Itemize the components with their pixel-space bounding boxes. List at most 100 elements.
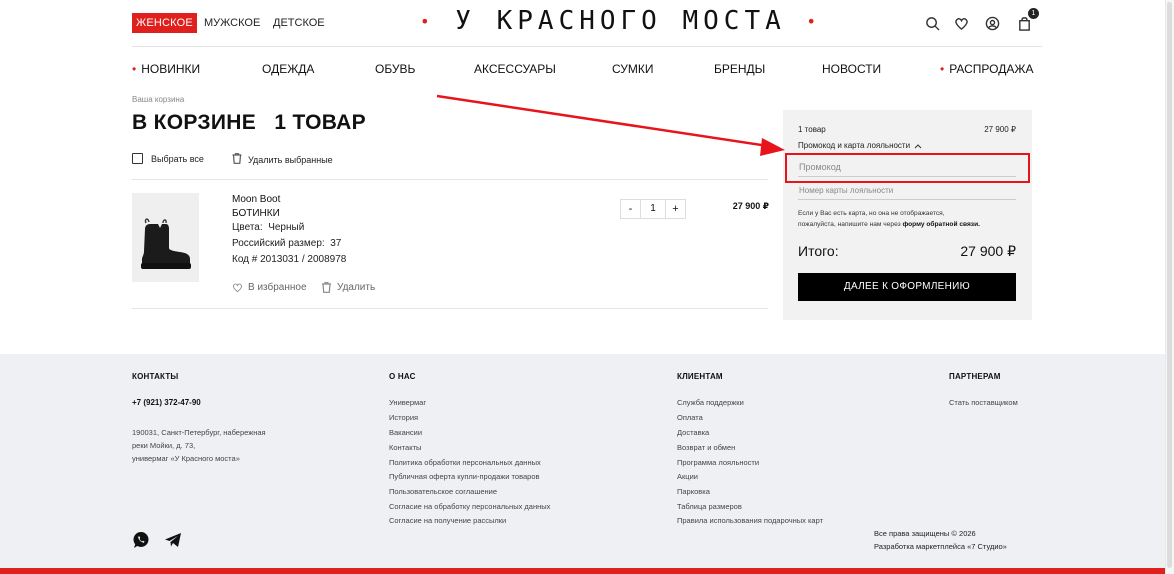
loyalty-note-line-1: Если у Вас есть карта, но она не отображ… <box>798 210 945 217</box>
address-line: реки Мойки, д. 73, <box>132 441 196 450</box>
logo-text: У КРАСНОГО МОСТА <box>455 6 786 36</box>
footer-link[interactable]: Политика обработки персональных данных <box>389 458 541 467</box>
footer-link[interactable]: История <box>389 413 418 422</box>
product-brand[interactable]: Moon Boot <box>232 194 280 205</box>
footer-developer[interactable]: Разработка маркетплейса «7 Студио» <box>874 542 1007 551</box>
product-name[interactable]: БОТИНКИ <box>232 208 280 219</box>
nav-news[interactable]: НОВОСТИ <box>822 61 881 77</box>
size-label: Российский размер: <box>232 238 325 249</box>
footer-link[interactable]: Таблица размеров <box>677 502 742 511</box>
checkbox-icon <box>132 153 143 164</box>
remove-item-button[interactable]: Удалить <box>321 282 375 293</box>
gender-tab-men[interactable]: МУЖСКОЕ <box>204 13 260 33</box>
gender-tab-kids[interactable]: ДЕТСКОЕ <box>273 13 325 33</box>
qty-decrement-button[interactable]: - <box>621 200 640 218</box>
loyalty-card-input[interactable] <box>798 182 1016 200</box>
footer-link[interactable]: Программа лояльности <box>677 458 759 467</box>
promo-toggle-label: Промокод и карта лояльности <box>798 141 911 150</box>
total-value: 27 900 ₽ <box>960 243 1016 259</box>
scrollbar-thumb[interactable] <box>1167 2 1172 568</box>
footer-link[interactable]: Согласие на получение рассылки <box>389 516 506 525</box>
footer-link[interactable]: Доставка <box>677 428 709 437</box>
nav-sale[interactable]: • РАСПРОДАЖА <box>940 61 1033 77</box>
footer-contacts-heading: КОНТАКТЫ <box>132 372 179 381</box>
nav-sale-label: РАСПРОДАЖА <box>949 62 1034 76</box>
product-color: Цвета: Черный <box>232 222 304 233</box>
remove-label: Удалить <box>337 282 376 293</box>
loyalty-note-line-2: пожалуйста, напишите нам через <box>798 221 901 228</box>
loyalty-note: Если у Вас есть карта, но она не отображ… <box>798 208 1020 230</box>
nav-brands[interactable]: БРЕНДЫ <box>714 61 765 77</box>
footer-link[interactable]: Пользовательское соглашение <box>389 487 497 496</box>
checkout-button[interactable]: ДАЛЕЕ К ОФОРМЛЕНИЮ <box>798 273 1016 301</box>
trash-icon <box>232 153 242 166</box>
whatsapp-icon[interactable] <box>132 531 150 549</box>
nav-dot: • <box>132 62 137 76</box>
boot-image-icon <box>132 193 199 282</box>
footer-copyright: Все права защищены © 2026 <box>874 529 976 538</box>
footer-clients-heading: КЛИЕНТАМ <box>677 372 723 381</box>
footer-link[interactable]: Правила использования подарочных карт <box>677 516 823 525</box>
footer-link[interactable]: Служба поддержки <box>677 398 744 407</box>
qty-increment-button[interactable]: + <box>666 200 685 218</box>
logo-dot-left: • <box>420 12 435 31</box>
footer-link[interactable]: Согласие на обработку персональных данны… <box>389 502 550 511</box>
header-divider <box>132 46 1042 47</box>
footer-link[interactable]: Контакты <box>389 443 421 452</box>
color-value: Черный <box>268 222 305 233</box>
nav-shoes[interactable]: ОБУВЬ <box>375 61 415 77</box>
product-image[interactable] <box>132 193 199 282</box>
nav-new[interactable]: • НОВИНКИ <box>132 61 200 77</box>
add-to-favorites-button[interactable]: В избранное <box>232 282 307 293</box>
user-icon[interactable] <box>983 14 1001 32</box>
total-label: Итого: <box>798 243 839 259</box>
breadcrumb[interactable]: Ваша корзина <box>132 95 184 104</box>
quantity-stepper: - 1 + <box>620 199 686 219</box>
product-code: Код # 2013031 / 2008978 <box>232 254 347 265</box>
favorites-label: В избранное <box>248 282 307 293</box>
color-label: Цвета: <box>232 222 263 233</box>
select-all-label: Выбрать все <box>151 153 204 164</box>
feedback-form-link[interactable]: форму обратной связи. <box>902 221 980 228</box>
footer-link[interactable]: Стать поставщиком <box>949 398 1018 407</box>
site-logo[interactable]: • У КРАСНОГО МОСТА • <box>420 6 816 36</box>
footer-address: 190031, Санкт-Петербург, набережная реки… <box>132 426 266 465</box>
nav-accessories[interactable]: АКСЕССУАРЫ <box>474 61 556 77</box>
summary-subtotal: 27 900 ₽ <box>984 125 1016 134</box>
product-size: Российский размер: 37 <box>232 238 341 249</box>
qty-value[interactable]: 1 <box>640 200 666 218</box>
footer-phone[interactable]: +7 (921) 372-47-90 <box>132 398 201 407</box>
logo-dot-right: • <box>806 12 822 31</box>
delete-selected-label: Удалить выбранные <box>248 154 333 165</box>
footer-partners-heading: ПАРТНЕРАМ <box>949 372 1001 381</box>
promo-code-input[interactable] <box>798 157 1016 177</box>
address-line: 190031, Санкт-Петербург, набережная <box>132 428 266 437</box>
delete-selected-button[interactable]: Удалить выбранные <box>232 153 333 166</box>
search-icon[interactable] <box>923 14 941 32</box>
heart-outline-icon <box>233 283 242 293</box>
footer-link[interactable]: Возврат и обмен <box>677 443 735 452</box>
nav-dot: • <box>940 62 945 76</box>
footer-link[interactable]: Вакансии <box>389 428 422 437</box>
nav-clothing[interactable]: ОДЕЖДА <box>262 61 314 77</box>
heart-icon[interactable] <box>952 14 970 32</box>
footer-link[interactable]: Парковка <box>677 487 710 496</box>
footer-link[interactable]: Универмаг <box>389 398 426 407</box>
summary-item-count: 1 товар <box>798 125 826 134</box>
promo-loyalty-toggle[interactable]: Промокод и карта лояльности <box>798 141 922 150</box>
nav-new-label: НОВИНКИ <box>141 62 201 76</box>
cart-divider-bottom <box>132 308 768 309</box>
telegram-icon[interactable] <box>164 531 182 549</box>
footer-link[interactable]: Публичная оферта купли-продажи товаров <box>389 472 539 481</box>
cart-icon[interactable]: 1 <box>1015 8 1039 32</box>
address-line: универмаг «У Красного моста» <box>132 454 240 463</box>
cart-count-badge: 1 <box>1028 8 1039 19</box>
nav-bags[interactable]: СУМКИ <box>612 61 654 77</box>
footer-accent-bar <box>0 568 1165 574</box>
gender-tab-women[interactable]: ЖЕНСКОЕ <box>132 13 197 33</box>
size-value: 37 <box>330 238 342 249</box>
select-all-checkbox[interactable]: Выбрать все <box>132 153 204 164</box>
footer-link[interactable]: Оплата <box>677 413 703 422</box>
footer-link[interactable]: Акции <box>677 472 698 481</box>
item-price: 27 900 ₽ <box>732 201 769 211</box>
